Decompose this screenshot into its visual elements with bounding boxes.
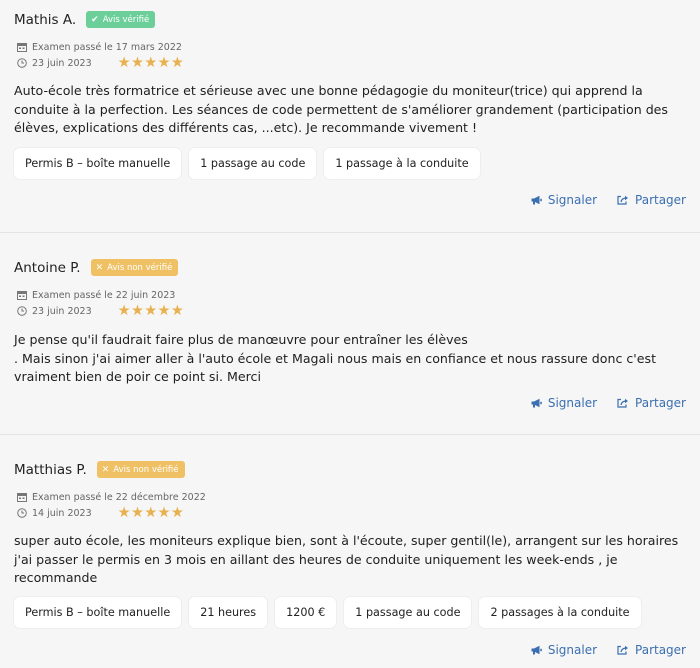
date-rating-row: 14 juin 2023 ★★★★★ (17, 506, 184, 520)
chip-list: Permis B – boîte manuelle 21 heures 1200… (14, 597, 641, 628)
report-label: Signaler (547, 193, 598, 207)
share-icon (617, 195, 629, 205)
review-text: Je pense qu'il faudrait faire plus de ma… (14, 332, 657, 384)
chip: 1 passage au code (189, 148, 317, 179)
review-actions: Signaler Partager (531, 396, 686, 410)
share-icon (617, 645, 629, 655)
review-date: 23 juin 2023 (17, 56, 92, 70)
review-actions: Signaler Partager (531, 643, 686, 657)
review-actions: Signaler Partager (531, 193, 686, 207)
review-date: 14 juin 2023 (17, 506, 92, 520)
chip: 1 passage au code (344, 597, 472, 628)
review-date-text: 23 juin 2023 (32, 57, 92, 69)
calendar-icon (17, 43, 27, 52)
exam-info: Examen passé le 22 juin 2023 (17, 288, 175, 302)
star-rating: ★★★★★ (117, 505, 185, 521)
cross-icon: ✕ (95, 262, 104, 273)
exam-date: Examen passé le 22 juin 2023 (32, 289, 176, 301)
clock-icon (17, 306, 27, 316)
reviewer-name: Matthias P. (14, 461, 87, 478)
badge-label: Avis vérifié (102, 14, 150, 25)
date-rating-row: 23 juin 2023 ★★★★★ (17, 56, 184, 70)
review-text: Auto-école très formatrice et sérieuse a… (14, 83, 668, 135)
share-label: Partager (635, 193, 686, 207)
date-rating-row: 23 juin 2023 ★★★★★ (17, 304, 184, 318)
review-date-text: 23 juin 2023 (32, 305, 92, 317)
review-date-text: 14 juin 2023 (32, 507, 92, 519)
clock-icon (17, 508, 27, 518)
report-button[interactable]: Signaler (531, 396, 597, 410)
share-label: Partager (635, 396, 686, 410)
review-text: super auto école, les moniteurs explique… (14, 533, 679, 585)
exam-info: Examen passé le 22 décembre 2022 (17, 490, 206, 504)
unverified-badge: ✕ Avis non vérifié (90, 259, 179, 276)
review-card: Mathis A. ✔ Avis vérifié Examen passé le… (0, 0, 700, 232)
star-rating: ★★★★★ (117, 303, 185, 319)
review-date: 23 juin 2023 (17, 304, 92, 318)
report-button[interactable]: Signaler (531, 643, 597, 657)
exam-date: Examen passé le 17 mars 2022 (32, 41, 182, 53)
chip: 1200 € (275, 597, 337, 628)
share-button[interactable]: Partager (617, 396, 686, 410)
share-button[interactable]: Partager (617, 643, 686, 657)
chip: Permis B – boîte manuelle (14, 597, 182, 628)
chip: 21 heures (189, 597, 268, 628)
review-card: Antoine P. ✕ Avis non vérifié Examen pas… (0, 232, 700, 434)
reviewer-name: Antoine P. (14, 259, 81, 276)
verified-badge: ✔ Avis vérifié (86, 11, 156, 28)
check-icon: ✔ (91, 14, 99, 25)
report-label: Signaler (547, 643, 598, 657)
share-button[interactable]: Partager (617, 193, 686, 207)
megaphone-icon (531, 645, 542, 655)
review-header: Antoine P. ✕ Avis non vérifié (14, 259, 179, 276)
review-card: Matthias P. ✕ Avis non vérifié Examen pa… (0, 434, 700, 668)
exam-date: Examen passé le 22 décembre 2022 (32, 491, 206, 503)
calendar-icon (17, 493, 27, 502)
chip: 2 passages à la conduite (479, 597, 641, 628)
review-header: Matthias P. ✕ Avis non vérifié (14, 461, 185, 478)
exam-info: Examen passé le 17 mars 2022 (17, 40, 182, 54)
reviewer-name: Mathis A. (14, 11, 77, 28)
chip-list: Permis B – boîte manuelle 1 passage au c… (14, 148, 480, 179)
chip: 1 passage à la conduite (324, 148, 480, 179)
megaphone-icon (531, 195, 542, 205)
badge-label: Avis non vérifié (107, 262, 173, 273)
report-label: Signaler (547, 396, 598, 410)
calendar-icon (17, 291, 27, 300)
megaphone-icon (531, 398, 542, 408)
share-icon (617, 398, 629, 408)
clock-icon (17, 58, 27, 68)
share-label: Partager (635, 643, 686, 657)
chip: Permis B – boîte manuelle (14, 148, 182, 179)
badge-label: Avis non vérifié (113, 464, 179, 475)
report-button[interactable]: Signaler (531, 193, 597, 207)
review-header: Mathis A. ✔ Avis vérifié (14, 11, 156, 28)
unverified-badge: ✕ Avis non vérifié (96, 461, 185, 478)
star-rating: ★★★★★ (117, 55, 185, 71)
cross-icon: ✕ (101, 464, 110, 475)
